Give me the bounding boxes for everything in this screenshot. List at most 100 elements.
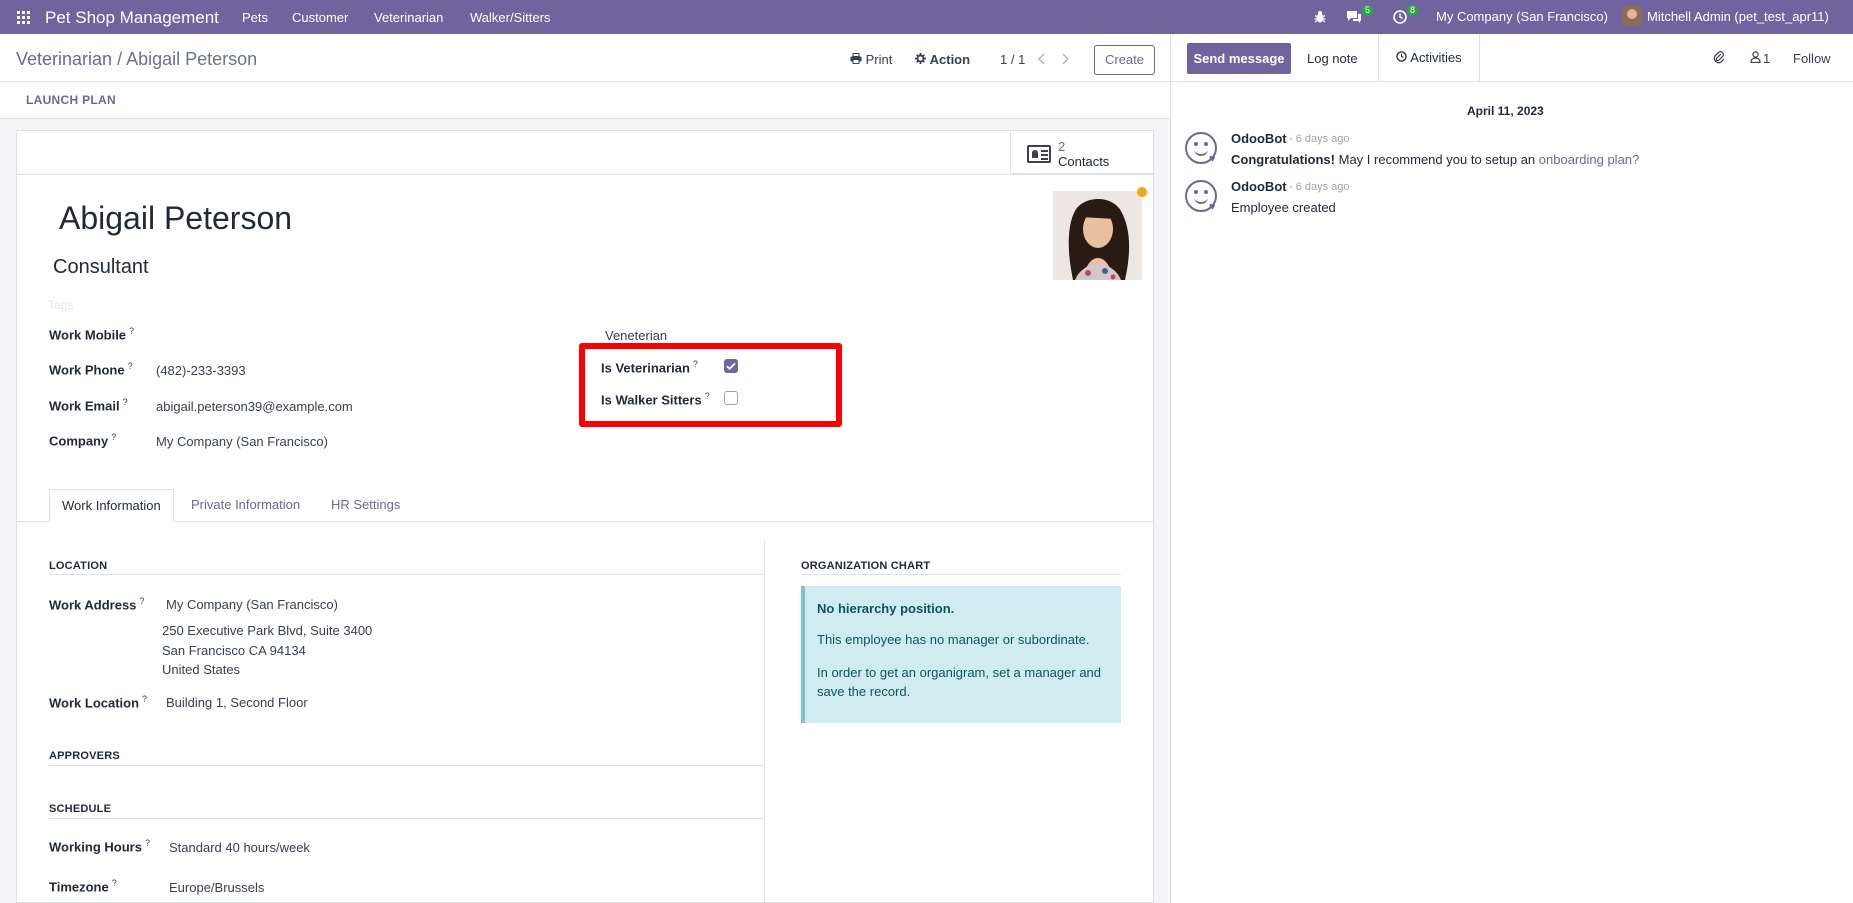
org-chart-alert: No hierarchy position. This employee has… [801, 586, 1121, 723]
contacts-label: Contacts [1058, 154, 1110, 169]
odoobot-avatar: ♥ [1185, 132, 1217, 165]
chevron-right-icon[interactable] [1061, 53, 1069, 65]
heart-icon: ♥ [1209, 201, 1216, 213]
launch-plan-button[interactable]: LAUNCH PLAN [26, 93, 116, 107]
button-box-divider [17, 174, 1153, 175]
message-text: May I recommend you to setup an [1335, 152, 1539, 167]
breadcrumb-separator: / [112, 49, 127, 69]
message-body: Congratulations! May I recommend you to … [1231, 152, 1639, 167]
address-card-icon [1027, 145, 1051, 163]
notebook-tabs: Work Information Private Information HR … [16, 489, 1153, 522]
print-label: Print [865, 52, 893, 67]
activities-badge: 8 [1407, 5, 1419, 16]
address-line-3: United States [162, 662, 241, 677]
gear-icon [915, 53, 926, 64]
menu-walker-sitters[interactable]: Walker/Sitters [470, 10, 550, 25]
tab-work-information[interactable]: Work Information [49, 489, 174, 522]
clock-icon [1396, 51, 1408, 62]
contacts-count: 2 [1058, 139, 1066, 154]
location-section-title: LOCATION [49, 560, 108, 572]
menu-veterinarian[interactable]: Veterinarian [374, 10, 443, 25]
column-divider [764, 540, 765, 903]
control-panel: Veterinarian / Abigail Peterson Print Ac… [0, 34, 1170, 82]
org-chart-line-1: This employee has no manager or subordin… [817, 632, 1090, 647]
timezone-field[interactable]: Europe/Brussels [169, 880, 264, 895]
clock-icon[interactable] [1393, 10, 1407, 24]
org-chart-heading: No hierarchy position. [817, 601, 955, 616]
is-walker-sitters-label: Is Walker Sitters? [601, 391, 710, 408]
work-mobile-label: Work Mobile? [49, 326, 135, 343]
message-time: - 6 days ago [1289, 133, 1350, 145]
org-chart-title: ORGANIZATION CHART [801, 560, 931, 572]
followers-count[interactable]: 1 [1763, 51, 1770, 66]
work-email-label: Work Email? [49, 397, 128, 414]
action-button[interactable]: Action [915, 52, 970, 67]
approvers-section-title: APPROVERS [49, 750, 120, 762]
message-time: - 6 days ago [1289, 181, 1350, 193]
top-navbar: Pet Shop Management Pets Customer Veteri… [0, 0, 1853, 34]
is-veterinarian-checkbox[interactable] [724, 359, 738, 373]
tab-hr-settings[interactable]: HR Settings [319, 489, 412, 522]
odoobot-avatar: ♥ [1185, 180, 1217, 213]
highlight-box [579, 343, 842, 427]
portrait-image [1053, 191, 1142, 280]
presence-status-dot [1137, 187, 1147, 197]
work-phone-field[interactable]: (482)-233-3393 [156, 363, 246, 378]
create-button[interactable]: Create [1094, 45, 1155, 75]
heart-icon: ♥ [1209, 153, 1216, 165]
approvers-divider [49, 765, 764, 766]
menu-pets[interactable]: Pets [242, 10, 268, 25]
org-chart-divider [801, 574, 1121, 575]
user-avatar[interactable] [1622, 6, 1642, 26]
print-button[interactable]: Print [850, 52, 892, 67]
printer-icon [850, 53, 862, 64]
veterinarian-group-title: Veneterian [605, 328, 668, 343]
user-icon[interactable] [1750, 51, 1761, 63]
send-message-button[interactable]: Send message [1187, 43, 1291, 74]
working-hours-field[interactable]: Standard 40 hours/week [169, 840, 310, 855]
company-switcher[interactable]: My Company (San Francisco) [1436, 9, 1608, 24]
user-menu[interactable]: Mitchell Admin (pet_test_apr11) [1647, 9, 1829, 24]
working-hours-label: Working Hours? [49, 838, 150, 855]
breadcrumb: Veterinarian / Abigail Peterson [16, 49, 257, 70]
bug-icon[interactable] [1313, 10, 1327, 24]
action-label: Action [929, 52, 971, 67]
log-note-button[interactable]: Log note [1307, 51, 1358, 66]
checkmark-icon [726, 362, 736, 371]
onboarding-plan-link[interactable]: onboarding plan? [1539, 152, 1639, 167]
schedule-section-title: SCHEDULE [49, 803, 112, 815]
work-address-field[interactable]: My Company (San Francisco) [166, 597, 338, 612]
menu-customer[interactable]: Customer [292, 10, 348, 25]
paperclip-icon[interactable] [1713, 50, 1725, 64]
message-author[interactable]: OdooBot [1231, 179, 1287, 194]
follow-button[interactable]: Follow [1793, 51, 1831, 66]
pager-value[interactable]: 1 / 1 [1000, 52, 1025, 67]
is-walker-sitters-checkbox[interactable] [724, 391, 738, 405]
chevron-left-icon[interactable] [1038, 53, 1046, 65]
job-title[interactable]: Consultant [53, 256, 149, 279]
message-author[interactable]: OdooBot [1231, 131, 1287, 146]
address-line-2: San Francisco CA 94134 [162, 643, 306, 658]
schedule-divider [49, 818, 764, 819]
work-email-field[interactable]: abigail.peterson39@example.com [156, 399, 353, 414]
activities-button[interactable]: Activities [1378, 34, 1480, 82]
company-field[interactable]: My Company (San Francisco) [156, 434, 328, 449]
tab-private-information[interactable]: Private Information [179, 489, 312, 522]
app-title[interactable]: Pet Shop Management [45, 8, 219, 28]
message-body: Employee created [1231, 200, 1336, 215]
work-location-label: Work Location? [49, 694, 148, 711]
employee-photo[interactable] [1053, 191, 1142, 280]
tags-input[interactable]: Tags [48, 298, 73, 312]
work-location-field[interactable]: Building 1, Second Floor [166, 695, 308, 710]
org-chart-line-2: In order to get an organigram, set a man… [817, 665, 1102, 699]
timezone-label: Timezone? [49, 878, 117, 895]
company-label: Company? [49, 432, 117, 449]
chat-icon[interactable] [1346, 10, 1362, 24]
breadcrumb-parent[interactable]: Veterinarian [16, 49, 112, 69]
breadcrumb-current: Abigail Peterson [126, 49, 258, 69]
activities-label: Activities [1410, 50, 1462, 65]
work-address-label: Work Address? [49, 596, 145, 613]
employee-name[interactable]: Abigail Peterson [59, 200, 292, 237]
form-statusbar: LAUNCH PLAN [0, 82, 1170, 119]
apps-menu-icon[interactable] [17, 11, 30, 24]
